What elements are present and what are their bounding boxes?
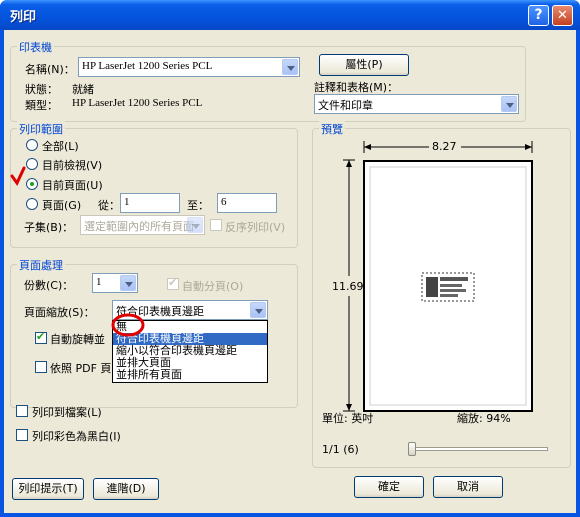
print-dialog: 列印 ? ✕ 印表機 名稱(N)： HP LaserJet 1200 Serie… (0, 0, 580, 517)
close-icon: ✕ (557, 8, 568, 23)
close-button[interactable]: ✕ (552, 5, 573, 26)
annotation-layer (10, 166, 145, 337)
dialog-title: 列印 (10, 10, 37, 25)
red-circle-annotation (111, 313, 145, 337)
help-icon: ? (534, 7, 543, 23)
dialog-body: 印表機 名稱(N)： HP LaserJet 1200 Series PCL 屬… (4, 30, 576, 513)
title-bar[interactable]: 列印 ? ✕ (0, 0, 580, 30)
red-check-mark (10, 166, 26, 186)
help-button[interactable]: ? (528, 5, 549, 26)
